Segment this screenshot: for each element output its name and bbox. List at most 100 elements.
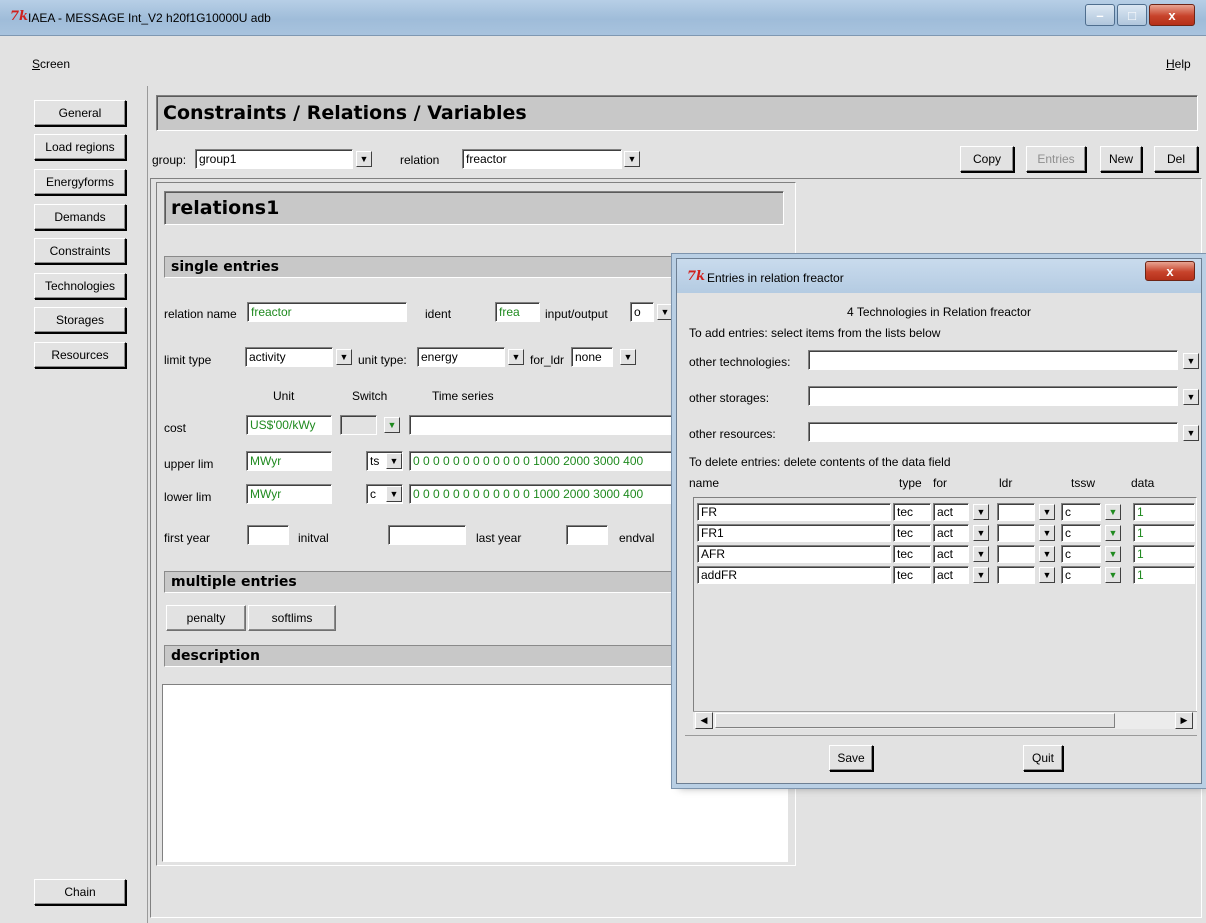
sidebar-item-demands[interactable]: Demands [34, 204, 126, 230]
sidebar-item-constraints[interactable]: Constraints [34, 238, 126, 264]
sidebar-item-load-regions[interactable]: Load regions [34, 134, 126, 160]
initval-input[interactable] [388, 525, 466, 545]
row-for-select[interactable]: act [933, 524, 969, 542]
other-resources-select[interactable] [808, 422, 1178, 442]
horizontal-scrollbar[interactable]: ◀ ▶ [693, 711, 1197, 729]
scroll-right-icon[interactable]: ▶ [1175, 712, 1193, 729]
other-technologies-select[interactable] [808, 350, 1178, 370]
row-data-input[interactable]: 1 [1133, 566, 1195, 584]
limit-type-dropdown-icon[interactable]: ▼ [336, 349, 352, 365]
row-for-dropdown-icon[interactable]: ▼ [973, 525, 989, 541]
sidebar-item-energyforms[interactable]: Energyforms [34, 169, 126, 195]
chain-button[interactable]: Chain [34, 879, 126, 905]
row-tssw-dropdown-icon[interactable]: ▼ [1105, 567, 1121, 583]
row-for-select[interactable]: act [933, 545, 969, 563]
row-ldr-select[interactable] [997, 566, 1035, 584]
sidebar-item-resources[interactable]: Resources [34, 342, 126, 368]
other-technologies-dropdown-icon[interactable]: ▼ [1183, 353, 1199, 369]
row-tssw-dropdown-icon[interactable]: ▼ [1105, 504, 1121, 520]
row-type-input[interactable]: tec [893, 503, 931, 521]
sidebar-item-technologies[interactable]: Technologies [34, 273, 126, 299]
row-for-dropdown-icon[interactable]: ▼ [973, 504, 989, 520]
other-resources-dropdown-icon[interactable]: ▼ [1183, 425, 1199, 441]
limit-type-select[interactable]: activity [245, 347, 333, 367]
multiple-entries-header: multiple entries [164, 571, 676, 593]
lower-lim-switch-dropdown-icon[interactable]: ▼ [386, 486, 402, 502]
row-ldr-select[interactable] [997, 524, 1035, 542]
last-year-label: last year [476, 531, 522, 545]
row-ldr-select[interactable] [997, 545, 1035, 563]
row-name-input[interactable]: FR1 [697, 524, 891, 542]
row-tssw-select[interactable]: c [1061, 566, 1101, 584]
quit-button[interactable]: Quit [1023, 745, 1063, 771]
for-ldr-select[interactable]: none [571, 347, 613, 367]
relation-dropdown-icon[interactable]: ▼ [624, 151, 640, 167]
first-year-input[interactable] [247, 525, 289, 545]
upper-lim-unit-input[interactable]: MWyr [246, 451, 332, 471]
softlims-tab[interactable]: softlims [248, 605, 336, 631]
scrollbar-thumb[interactable] [715, 713, 1115, 728]
unit-type-select[interactable]: energy [417, 347, 505, 367]
copy-button[interactable]: Copy [960, 146, 1014, 172]
cost-unit-input[interactable]: US$'00/kWy [246, 415, 332, 435]
row-data-input[interactable]: 1 [1133, 545, 1195, 563]
row-tssw-select[interactable]: c [1061, 524, 1101, 542]
menu-screen[interactable]: Screen [32, 57, 70, 71]
relation-select[interactable]: freactor [462, 149, 622, 169]
relation-name-input[interactable]: freactor [247, 302, 407, 322]
other-storages-select[interactable] [808, 386, 1178, 406]
other-storages-dropdown-icon[interactable]: ▼ [1183, 389, 1199, 405]
row-tssw-select[interactable]: c [1061, 545, 1101, 563]
row-ldr-dropdown-icon[interactable]: ▼ [1039, 525, 1055, 541]
group-select[interactable]: group1 [195, 149, 353, 169]
maximize-button[interactable]: □ [1117, 4, 1147, 26]
scroll-left-icon[interactable]: ◀ [695, 712, 713, 729]
row-for-select[interactable]: act [933, 503, 969, 521]
row-type-input[interactable]: tec [893, 566, 931, 584]
row-name-input[interactable]: AFR [697, 545, 891, 563]
sidebar-item-storages[interactable]: Storages [34, 307, 126, 333]
sidebar-item-general[interactable]: General [34, 100, 126, 126]
upper-lim-time-series-input[interactable]: 0 0 0 0 0 0 0 0 0 0 0 0 1000 2000 3000 4… [409, 451, 675, 471]
input-output-dropdown-icon[interactable]: ▼ [657, 304, 673, 320]
del-button[interactable]: Del [1154, 146, 1198, 172]
row-for-dropdown-icon[interactable]: ▼ [973, 546, 989, 562]
menu-help[interactable]: Help [1166, 57, 1191, 71]
row-data-input[interactable]: 1 [1133, 503, 1195, 521]
penalty-tab[interactable]: penalty [166, 605, 246, 631]
row-for-select[interactable]: act [933, 566, 969, 584]
col-header-name: name [689, 476, 720, 490]
row-ldr-dropdown-icon[interactable]: ▼ [1039, 567, 1055, 583]
row-tssw-dropdown-icon[interactable]: ▼ [1105, 525, 1121, 541]
close-button[interactable]: x [1149, 4, 1195, 26]
cost-switch-dropdown-icon[interactable]: ▼ [384, 417, 400, 433]
row-data-input[interactable]: 1 [1133, 524, 1195, 542]
row-name-input[interactable]: FR [697, 503, 891, 521]
row-for-dropdown-icon[interactable]: ▼ [973, 567, 989, 583]
cost-switch-select[interactable] [340, 415, 377, 435]
ident-input[interactable]: frea [495, 302, 540, 322]
row-ldr-select[interactable] [997, 503, 1035, 521]
row-ldr-dropdown-icon[interactable]: ▼ [1039, 546, 1055, 562]
lower-lim-time-series-input[interactable]: 0 0 0 0 0 0 0 0 0 0 0 0 1000 2000 3000 4… [409, 484, 675, 504]
minimize-button[interactable]: – [1085, 4, 1115, 26]
row-ldr-dropdown-icon[interactable]: ▼ [1039, 504, 1055, 520]
row-tssw-select[interactable]: c [1061, 503, 1101, 521]
lower-lim-unit-input[interactable]: MWyr [246, 484, 332, 504]
save-button[interactable]: Save [829, 745, 873, 771]
entries-dialog: 7k Entries in relation freactor x 4 Tech… [676, 258, 1202, 784]
row-name-input[interactable]: addFR [697, 566, 891, 584]
last-year-input[interactable] [566, 525, 608, 545]
new-button[interactable]: New [1100, 146, 1142, 172]
group-dropdown-icon[interactable]: ▼ [356, 151, 372, 167]
dialog-close-button[interactable]: x [1145, 261, 1195, 281]
input-output-select[interactable]: o [630, 302, 654, 322]
row-tssw-dropdown-icon[interactable]: ▼ [1105, 546, 1121, 562]
upper-lim-switch-dropdown-icon[interactable]: ▼ [386, 453, 402, 469]
entries-button[interactable]: Entries [1026, 146, 1086, 172]
for-ldr-dropdown-icon[interactable]: ▼ [620, 349, 636, 365]
row-type-input[interactable]: tec [893, 545, 931, 563]
row-type-input[interactable]: tec [893, 524, 931, 542]
unit-type-dropdown-icon[interactable]: ▼ [508, 349, 524, 365]
cost-time-series-input[interactable] [409, 415, 675, 435]
